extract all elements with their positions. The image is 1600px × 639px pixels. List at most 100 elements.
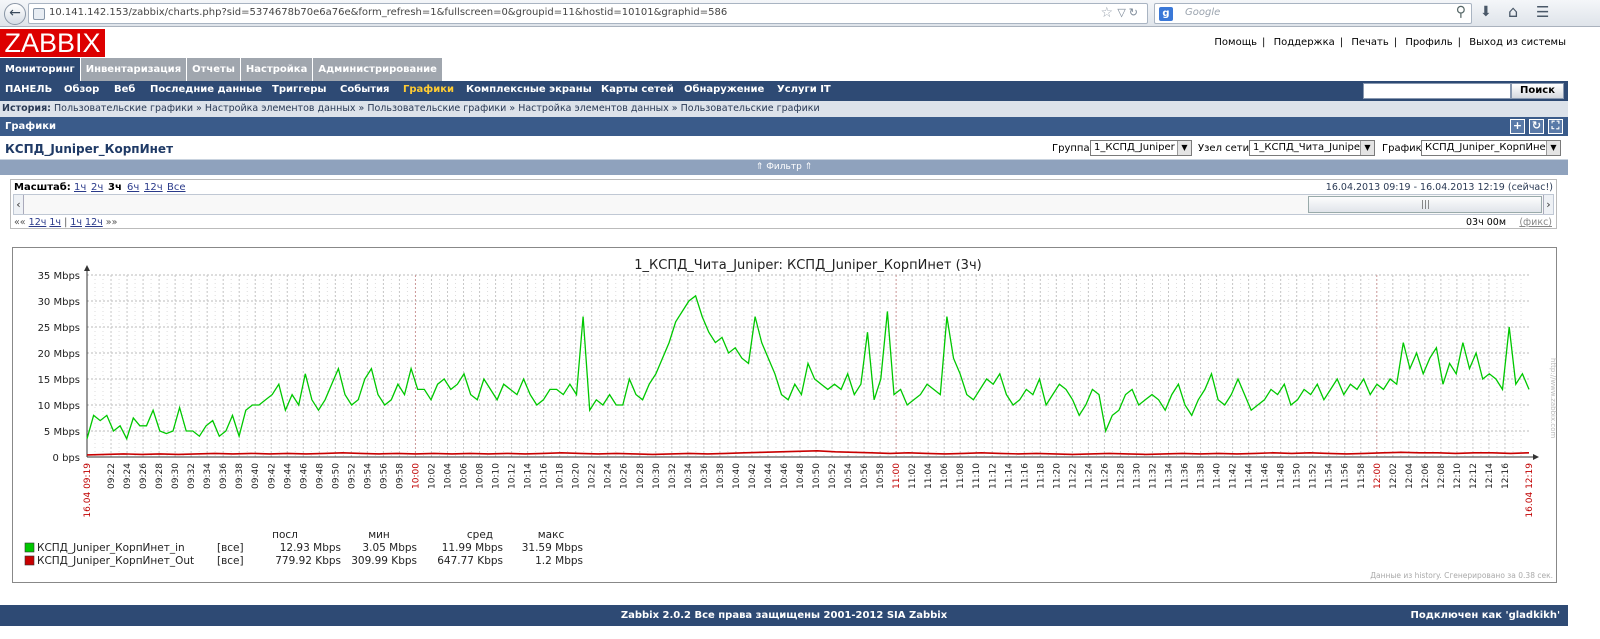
x-end-label: 16.04 12:19	[1525, 463, 1535, 518]
zabbix-logo[interactable]: ZABBIX	[0, 29, 105, 57]
scale-3h[interactable]: 3ч	[108, 182, 122, 193]
nav-back-12h[interactable]: 12ч	[29, 217, 47, 228]
home-icon[interactable]: ⌂	[1508, 2, 1518, 21]
address-bar[interactable]: 10.141.142.153/zabbix/charts.php?sid=537…	[28, 3, 1148, 24]
logout-link[interactable]: Выход из системы	[1469, 37, 1566, 48]
submenu-overview[interactable]: Обзор	[64, 84, 99, 95]
submenu-maps[interactable]: Карты сетей	[601, 84, 674, 95]
x-tick-label: 12:04	[1405, 463, 1415, 489]
tab-reports[interactable]: Отчеты	[187, 58, 241, 81]
tab-administration[interactable]: Администрирование	[313, 58, 443, 81]
time-slider[interactable]: ‹ ||| ›	[13, 194, 1554, 215]
nav-last[interactable]: »»	[106, 217, 118, 228]
bookmark-star-icon[interactable]: ☆	[1100, 5, 1113, 21]
slider-handle[interactable]: |||	[1308, 196, 1542, 213]
fullscreen-icon[interactable]: ⛶	[1548, 119, 1563, 134]
support-link[interactable]: Поддержка	[1274, 37, 1335, 48]
submenu-triggers[interactable]: Триггеры	[272, 84, 326, 95]
chevron-down-icon: ▼	[1177, 141, 1191, 155]
browser-search-box[interactable]: g Google ⚲	[1154, 3, 1472, 24]
scale-6h[interactable]: 6ч	[127, 182, 139, 193]
x-tick-label: 10:48	[796, 463, 806, 489]
search-button[interactable]: Поиск	[1511, 83, 1564, 99]
legend-value: 31.59 Mbps	[522, 542, 583, 554]
x-tick-label: 10:28	[636, 463, 646, 489]
y-tick-label: 10 Mbps	[38, 401, 80, 412]
x-tick-label: 09:28	[155, 463, 165, 489]
x-tick-label: 10:52	[828, 463, 838, 489]
scale-1h[interactable]: 1ч	[74, 182, 86, 193]
page-scrollbar[interactable]	[1568, 27, 1600, 639]
nav-first[interactable]: ««	[14, 217, 26, 228]
x-tick-label: 10:38	[716, 463, 726, 489]
history-item[interactable]: Пользовательские графики	[54, 103, 193, 114]
nav-forward-1h[interactable]: 1ч	[70, 217, 82, 228]
x-tick-label: 11:36	[1181, 463, 1191, 489]
x-tick-label: 11:12	[988, 463, 998, 489]
scale-all[interactable]: Все	[167, 182, 186, 193]
nav-back-1h[interactable]: 1ч	[49, 217, 61, 228]
legend-value: 647.77 Kbps	[437, 555, 503, 567]
y-tick-label: 5 Mbps	[44, 427, 80, 438]
search-input[interactable]	[1363, 83, 1511, 99]
x-tick-label: 11:34	[1165, 463, 1175, 489]
filter-toggle[interactable]: ⇑ Фильтр ⇑	[0, 160, 1568, 175]
submenu-discovery[interactable]: Обнаружение	[684, 84, 764, 95]
page-icon	[33, 8, 45, 20]
nav-forward-12h[interactable]: 12ч	[85, 217, 103, 228]
x-tick-label: 10:58	[876, 463, 886, 489]
scale-12h[interactable]: 12ч	[144, 182, 163, 193]
x-tick-label: 11:50	[1293, 463, 1303, 489]
print-link[interactable]: Печать	[1351, 37, 1388, 48]
history-item[interactable]: Пользовательские графики	[367, 103, 506, 114]
grip-icon: |||	[1421, 200, 1431, 210]
profile-link[interactable]: Профиль	[1405, 37, 1452, 48]
help-link[interactable]: Помощь	[1214, 37, 1257, 48]
graph-select[interactable]: КСПД_Juniper_КорпИнет ▼	[1421, 140, 1561, 156]
menu-icon[interactable]: ☰	[1536, 3, 1549, 21]
x-tick-label: 09:34	[203, 463, 213, 489]
submenu-latest-data[interactable]: Последние данные	[150, 84, 262, 95]
history-item[interactable]: Настройка элементов данных	[205, 103, 356, 114]
legend-header: посл	[272, 529, 298, 541]
tab-monitoring[interactable]: Мониторинг	[0, 58, 81, 81]
legend-value: 11.99 Mbps	[442, 542, 503, 554]
submenu-graphs[interactable]: Графики	[403, 84, 454, 95]
tab-configuration[interactable]: Настройка	[240, 58, 314, 81]
group-select[interactable]: 1_КСПД_Juniper ▼	[1090, 140, 1192, 156]
main-tabs: Мониторинг Инвентаризация Отчеты Настрой…	[0, 58, 443, 81]
submenu-it-services[interactable]: Услуги IT	[777, 84, 831, 95]
traffic-chart: 1_КСПД_Чита_Juniper: КСПД_Juniper_КорпИн…	[24, 258, 1557, 580]
scale-label: Масштаб:	[14, 182, 71, 193]
x-tick-label: 09:24	[123, 463, 133, 489]
submenu-screens[interactable]: Комплексные экраны	[466, 84, 592, 95]
submenu-web[interactable]: Веб	[114, 84, 135, 95]
x-tick-label: 09:30	[171, 463, 181, 489]
scroll-left-icon[interactable]: ‹	[14, 195, 24, 214]
scroll-right-icon[interactable]: ›	[1543, 195, 1553, 214]
history-label: История:	[2, 103, 51, 114]
back-arrow-icon[interactable]: ←	[4, 3, 26, 25]
x-axis-arrow	[1533, 454, 1539, 460]
scale-2h[interactable]: 2ч	[91, 182, 103, 193]
x-tick-label: 10:16	[540, 463, 550, 489]
x-tick-label: 12:12	[1469, 463, 1479, 489]
x-tick-label: 10:06	[460, 463, 470, 489]
submenu-events[interactable]: События	[340, 84, 389, 95]
fix-link[interactable]: (фикс)	[1519, 217, 1552, 228]
period-duration: 03ч 00м	[1466, 217, 1506, 228]
download-icon[interactable]: ⬇	[1480, 4, 1492, 20]
refresh-icon[interactable]: ↻	[1529, 119, 1544, 134]
x-tick-label: 11:02	[908, 463, 918, 489]
history-item[interactable]: Настройка элементов данных	[518, 103, 669, 114]
host-select[interactable]: 1_КСПД_Чита_Juniper ▼	[1249, 140, 1375, 156]
x-tick-label: 11:08	[956, 463, 966, 489]
tab-inventory[interactable]: Инвентаризация	[80, 58, 188, 81]
magnifier-icon[interactable]: ⚲	[1456, 4, 1466, 20]
submenu-dashboard[interactable]: ПАНЕЛЬ	[5, 84, 52, 95]
reload-icon[interactable]: ▽↻	[1117, 6, 1141, 19]
group-select-value: 1_КСПД_Juniper	[1094, 142, 1175, 153]
add-to-favorites-icon[interactable]: +	[1510, 119, 1525, 134]
time-range: 16.04.2013 09:19 - 16.04.2013 12:19 (сей…	[1325, 182, 1553, 193]
history-item[interactable]: Пользовательские графики	[681, 103, 820, 114]
